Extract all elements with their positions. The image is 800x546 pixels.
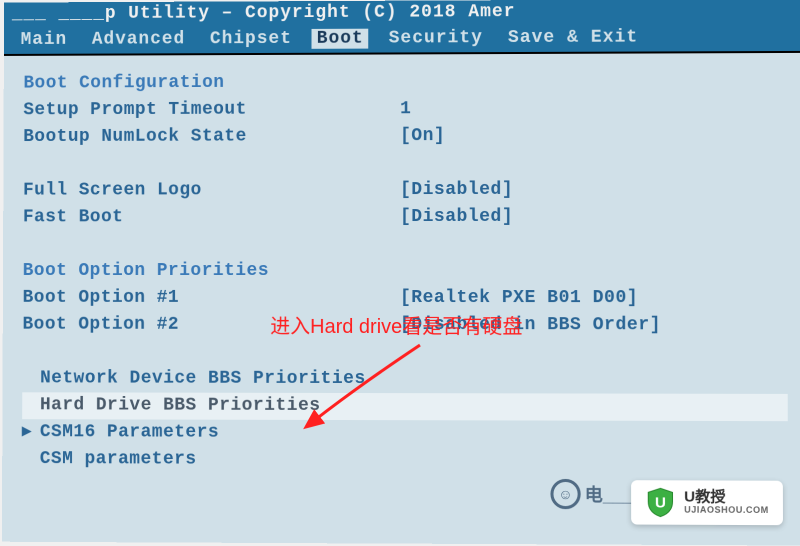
value-full-screen-logo: [Disabled] xyxy=(400,177,513,204)
chevron-right-icon xyxy=(22,446,40,473)
section-boot-config: Boot Configuration xyxy=(23,68,786,97)
chevron-right-icon xyxy=(22,365,40,392)
chevron-right-icon xyxy=(22,392,40,419)
title-text: ___ ____p Utility – Copyright (C) 2018 A… xyxy=(12,2,516,24)
submenu-hard-drive[interactable]: Hard Drive BBS Priorities xyxy=(22,392,788,421)
blank-line-1 xyxy=(23,149,787,177)
row-boot-option-1[interactable]: Boot Option #1 [Realtek PXE B01 D00] xyxy=(23,285,788,312)
label-boot-option-1: Boot Option #1 xyxy=(23,285,400,312)
label-fast-boot: Fast Boot xyxy=(23,204,400,231)
title-bar: ___ ____p Utility – Copyright (C) 2018 A… xyxy=(4,0,800,26)
blank-line-2 xyxy=(23,231,788,258)
menu-save-exit[interactable]: Save & Exit xyxy=(503,28,643,49)
watermark-logo: U U教授 UJIAOSHOU.COM xyxy=(632,480,783,525)
value-boot-option-1: [Realtek PXE B01 D00] xyxy=(400,285,638,312)
row-full-screen-logo[interactable]: Full Screen Logo [Disabled] xyxy=(23,176,787,204)
menu-main[interactable]: Main xyxy=(16,30,72,50)
content-area: Boot Configuration Setup Prompt Timeout … xyxy=(2,53,800,491)
menu-chipset[interactable]: Chipset xyxy=(205,29,297,49)
shield-icon: U xyxy=(646,486,676,518)
annotation-text: 进入Hard drive看是否有硬盘 xyxy=(270,310,522,339)
chevron-right-icon: ▸ xyxy=(22,419,40,446)
label-numlock: Bootup NumLock State xyxy=(23,123,400,151)
blank-line-3 xyxy=(22,339,787,367)
menu-advanced[interactable]: Advanced xyxy=(87,29,190,49)
watermark-text: U教授 UJIAOSHOU.COM xyxy=(684,489,769,516)
svg-text:U: U xyxy=(655,494,666,511)
label-prompt-timeout: Setup Prompt Timeout xyxy=(23,96,400,124)
value-numlock: [On] xyxy=(400,123,445,150)
submenu-csm16[interactable]: ▸ CSM16 Parameters xyxy=(22,419,788,448)
submenu-csm[interactable]: CSM parameters xyxy=(22,446,788,476)
submenu-network-device[interactable]: Network Device BBS Priorities xyxy=(22,365,787,393)
section-boot-priorities: Boot Option Priorities xyxy=(23,258,788,285)
watermark-circle-icon: ☺ xyxy=(550,479,580,509)
row-prompt-timeout[interactable]: Setup Prompt Timeout 1 xyxy=(23,95,787,124)
row-numlock[interactable]: Bootup NumLock State [On] xyxy=(23,122,787,151)
value-prompt-timeout: 1 xyxy=(400,96,411,123)
menu-security[interactable]: Security xyxy=(384,28,488,48)
label-full-screen-logo: Full Screen Logo xyxy=(23,177,400,204)
bios-screen: ___ ____p Utility – Copyright (C) 2018 A… xyxy=(2,0,800,546)
menu-boot[interactable]: Boot xyxy=(312,29,369,49)
menu-bar: Main Advanced Chipset Boot Security Save… xyxy=(4,23,800,56)
row-fast-boot[interactable]: Fast Boot [Disabled] xyxy=(23,204,787,232)
value-fast-boot: [Disabled] xyxy=(400,204,513,231)
